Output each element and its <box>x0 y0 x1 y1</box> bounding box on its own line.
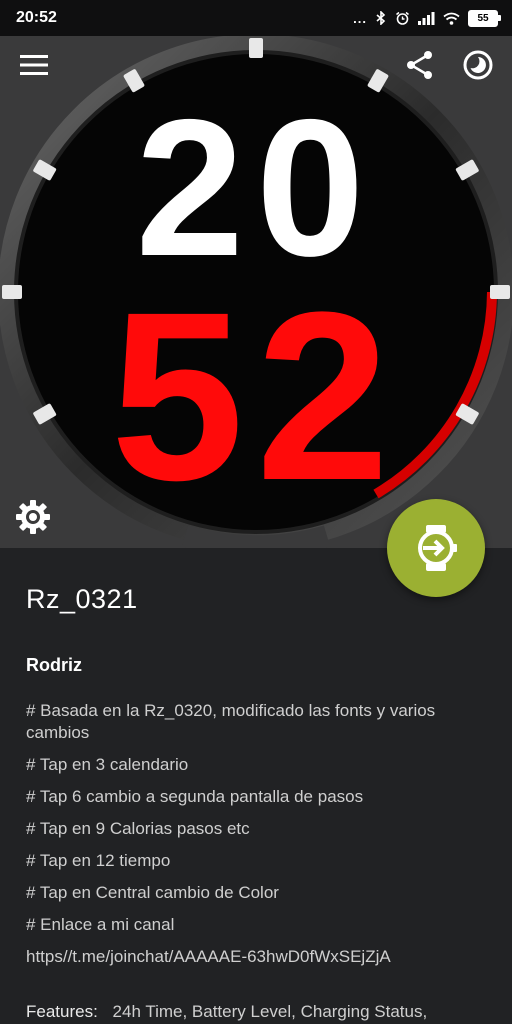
bezel-gap <box>181 525 331 548</box>
gear-icon <box>16 500 50 534</box>
status-bar: 20:52 ... 55 <box>0 0 512 36</box>
watch-face-details: Rz_0321 Rodriz # Basada en la Rz_0320, m… <box>26 548 486 968</box>
send-to-watch-icon <box>418 525 457 571</box>
minutes-display: 52 <box>110 262 402 530</box>
features-row: Features: 24h Time, Battery Level, Charg… <box>26 1002 427 1022</box>
alarm-icon <box>396 11 409 25</box>
status-time: 20:52 <box>16 9 57 26</box>
description-line: # Tap en 3 calendario <box>26 755 189 774</box>
share-button[interactable] <box>403 48 437 82</box>
ambient-mode-button[interactable] <box>461 48 495 82</box>
description-line: # Tap 6 cambio a segunda pantalla de pas… <box>26 787 364 806</box>
menu-button[interactable] <box>17 48 51 82</box>
description-line: # Tap en Central cambio de Color <box>26 883 279 902</box>
theme-icon <box>463 50 493 80</box>
signal-icon <box>418 11 435 25</box>
wifi-icon <box>443 12 460 25</box>
watch-settings-button[interactable] <box>14 498 52 536</box>
description-line: # Tap en 9 Calorias pasos etc <box>26 819 250 838</box>
features-list: 24h Time, Battery Level, Charging Status… <box>112 1002 428 1021</box>
description: # Basada en la Rz_0320, modificado las f… <box>26 700 486 968</box>
status-icons: ... 55 <box>353 9 501 27</box>
description-line: # Tap en 12 tiempo <box>26 851 171 870</box>
channel-link[interactable]: https//t.me/joinchat/AAAAAE-63hwD0fWxSEj… <box>26 946 486 968</box>
menu-icon <box>20 55 48 75</box>
send-to-watch-button[interactable] <box>387 499 485 597</box>
description-line: # Enlace a mi canal <box>26 915 175 934</box>
watch-face-preview: 20 52 <box>0 36 512 548</box>
battery-icon: 55 <box>468 9 501 27</box>
share-icon <box>407 51 432 79</box>
bluetooth-icon <box>376 11 386 25</box>
features-label: Features: <box>26 1002 98 1021</box>
more-notifications-icon: ... <box>353 10 367 26</box>
hours-display: 20 <box>135 79 377 297</box>
author-name[interactable]: Rodriz <box>26 655 486 676</box>
description-line: # Basada en la Rz_0320, modificado las f… <box>26 701 436 742</box>
